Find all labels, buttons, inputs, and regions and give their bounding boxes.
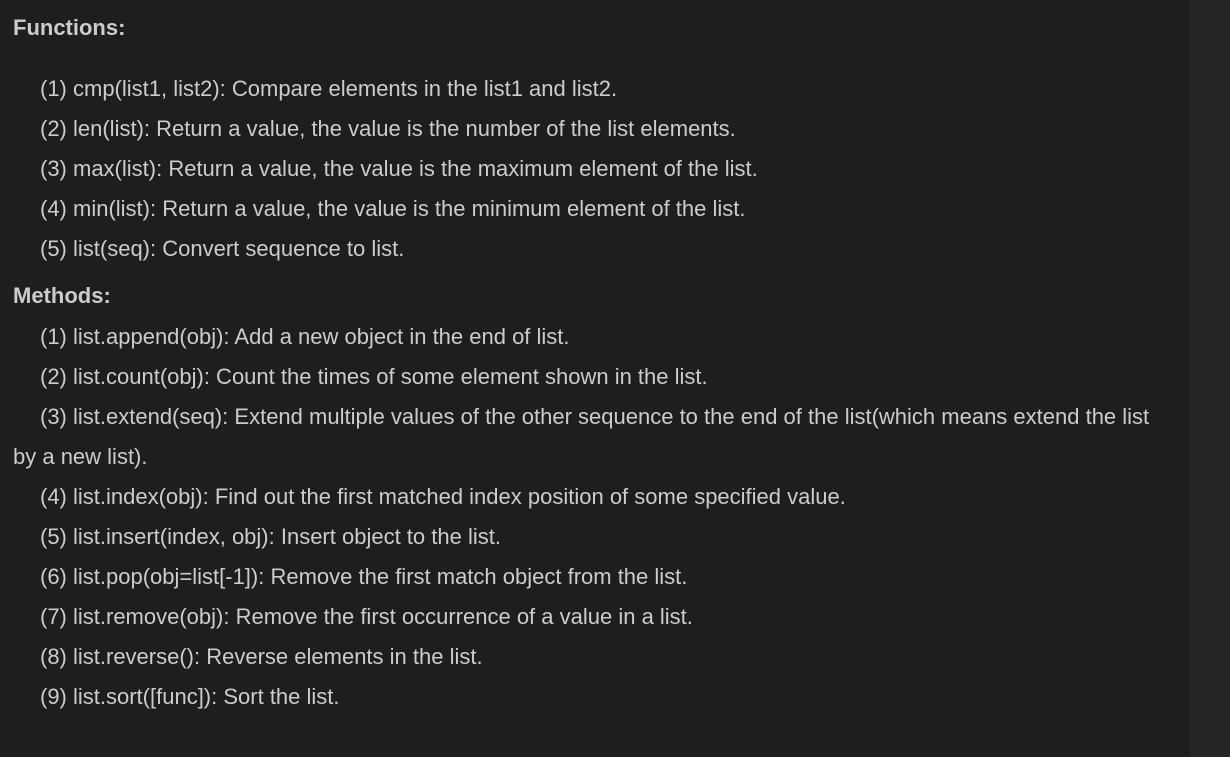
method-item: (9) list.sort([func]): Sort the list. (40, 684, 340, 709)
function-item: (4) min(list): Return a value, the value… (40, 196, 746, 221)
function-item: (5) list(seq): Convert sequence to list. (40, 236, 405, 261)
function-item: (1) cmp(list1, list2): Compare elements … (40, 76, 618, 101)
functions-list: (1) cmp(list1, list2): Compare elements … (13, 69, 1190, 269)
method-item: (6) list.pop(obj=list[-1]): Remove the f… (40, 564, 688, 589)
function-item: (2) len(list): Return a value, the value… (40, 116, 736, 141)
functions-heading: Functions: (13, 15, 126, 40)
method-item: (5) list.insert(index, obj): Insert obje… (40, 524, 501, 549)
scrollbar-track[interactable] (1190, 0, 1230, 757)
method-item: (4) list.index(obj): Find out the first … (40, 484, 846, 509)
function-item: (3) max(list): Return a value, the value… (40, 156, 758, 181)
method-item: (3) list.extend(seq): Extend multiple va… (13, 404, 1150, 469)
method-item: (7) list.remove(obj): Remove the first o… (40, 604, 693, 629)
document-content: Functions: (1) cmp(list1, list2): Compar… (0, 0, 1190, 757)
methods-list: (1) list.append(obj): Add a new object i… (13, 317, 1190, 717)
method-item: (1) list.append(obj): Add a new object i… (40, 324, 570, 349)
methods-heading: Methods: (13, 283, 111, 308)
method-item: (8) list.reverse(): Reverse elements in … (40, 644, 483, 669)
method-item: (2) list.count(obj): Count the times of … (40, 364, 708, 389)
